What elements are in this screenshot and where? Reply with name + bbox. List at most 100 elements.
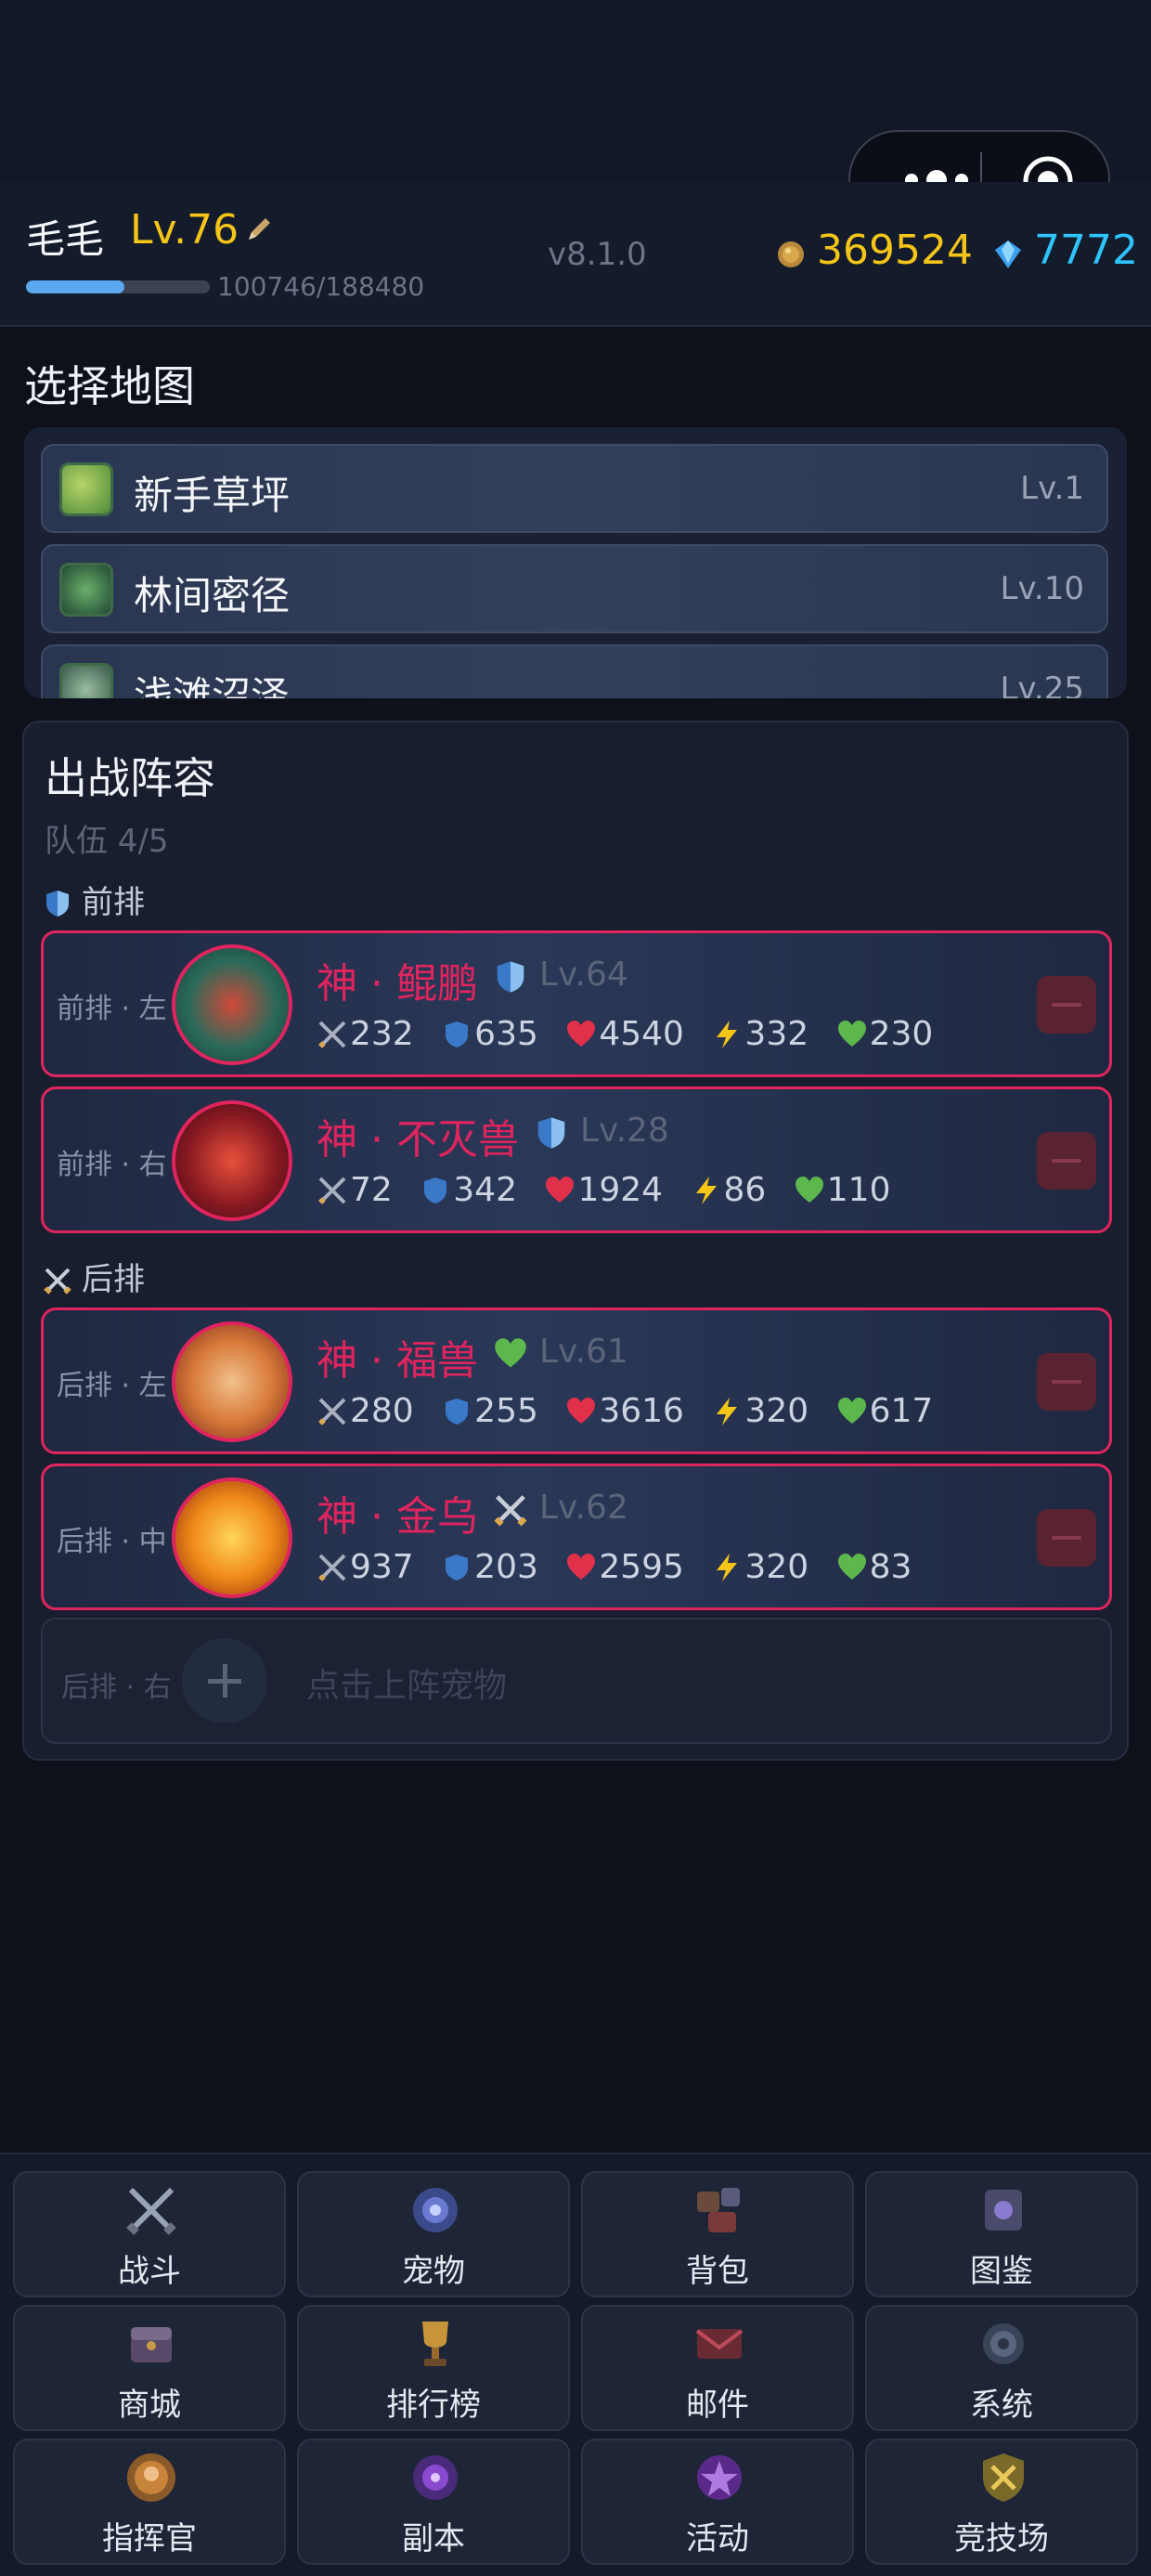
nav-events[interactable]: 活动 [581, 2439, 854, 2565]
pet-level: Lv.28 [580, 1112, 669, 1150]
map-item[interactable]: 新手草坪 Lv.1 [41, 444, 1108, 533]
slot-label: 后排 · 中 [57, 1526, 167, 1558]
heal-icon [795, 1177, 823, 1203]
front-row-label: 前排 [43, 877, 145, 922]
attack-icon [318, 1177, 346, 1204]
slot-label: 前排 · 左 [57, 993, 167, 1025]
attack-icon [318, 1021, 346, 1048]
stat-heal: 617 [869, 1392, 934, 1430]
add-pet-plus-icon[interactable] [182, 1638, 267, 1724]
remove-pet-button[interactable] [1037, 1353, 1096, 1411]
grassland-map-icon [59, 462, 113, 516]
slot-label: 前排 · 右 [57, 1149, 167, 1181]
empty-pet-slot[interactable]: 后排 · 右 点击上阵宠物 [41, 1618, 1112, 1744]
remove-pet-button[interactable] [1037, 1509, 1096, 1567]
map-item[interactable]: 林间密径 Lv.10 [41, 544, 1108, 633]
bottom-nav: 战斗 宠物 背包 图鉴 商城 排行榜 邮件 系统 指挥官 副本 活动 竞技场 [0, 2153, 1151, 2576]
dungeon-portal-icon [413, 2455, 458, 2500]
pet-name: 神 · 鲲鹏 [317, 960, 478, 1008]
stat-health: 1924 [577, 1171, 664, 1209]
xp-progress-fill [26, 280, 124, 293]
nav-label: 活动 [686, 2520, 749, 2557]
nav-leaderboard[interactable]: 排行榜 [297, 2305, 570, 2431]
stat-heal: 83 [869, 1548, 912, 1586]
health-icon [546, 1177, 575, 1203]
stat-defense: 342 [453, 1171, 517, 1209]
speed-icon [695, 1177, 717, 1204]
map-item[interactable]: 浅滩沼泽 Lv.25 [41, 644, 1108, 698]
add-pet-hint: 点击上阵宠物 [306, 1667, 508, 1705]
front-row-text: 前排 [82, 884, 145, 921]
pet-name: 神 · 金乌 [317, 1493, 478, 1541]
diamond-icon [995, 241, 1021, 268]
pet-level: Lv.62 [539, 1489, 628, 1527]
shield-icon [46, 891, 69, 917]
remove-pet-button[interactable] [1037, 1132, 1096, 1190]
heal-icon [837, 1554, 866, 1580]
nav-label: 邮件 [686, 2387, 749, 2424]
codex-book-icon [985, 2190, 1022, 2231]
pet-level: Lv.61 [539, 1333, 628, 1371]
remove-pet-button[interactable] [1037, 976, 1096, 1034]
pet-card-back-left[interactable]: 后排 · 左 神 · 福兽 Lv.61 280 255 3616 320 617 [41, 1308, 1112, 1454]
stat-speed: 320 [744, 1548, 809, 1586]
heal-icon [837, 1021, 866, 1047]
nav-mail[interactable]: 邮件 [581, 2305, 854, 2431]
arena-icon [983, 2453, 1024, 2502]
forest-map-icon [59, 563, 113, 617]
crossed-swords-icon [126, 2187, 176, 2235]
trophy-icon [422, 2322, 448, 2366]
team-title: 出战阵容 [45, 753, 215, 803]
attack-icon [318, 1554, 346, 1581]
pet-card-front-right[interactable]: 前排 · 右 神 · 不灭兽 Lv.28 72 342 1924 86 110 [41, 1086, 1112, 1233]
pet-avatar [172, 1477, 292, 1598]
pet-card-back-middle[interactable]: 后排 · 中 神 · 金乌 Lv.62 937 203 2595 320 83 [41, 1464, 1112, 1610]
pet-orb-icon [413, 2188, 458, 2232]
heart-icon [495, 1338, 526, 1368]
back-row-label: 后排 [43, 1254, 145, 1299]
nav-dungeon[interactable]: 副本 [297, 2439, 570, 2565]
crossed-swords-icon [494, 1495, 527, 1527]
stat-health: 2595 [599, 1548, 684, 1586]
nav-system[interactable]: 系统 [865, 2305, 1138, 2431]
nav-codex[interactable]: 图鉴 [865, 2171, 1138, 2297]
stat-heal: 110 [826, 1171, 891, 1209]
coin-count: 369524 [817, 227, 973, 274]
stat-speed: 332 [744, 1015, 809, 1053]
nav-pets[interactable]: 宠物 [297, 2171, 570, 2297]
shield-icon [537, 1117, 565, 1149]
nav-battle[interactable]: 战斗 [13, 2171, 286, 2297]
stat-attack: 72 [350, 1171, 393, 1209]
map-list[interactable]: 新手草坪 Lv.1 林间密径 Lv.10 浅滩沼泽 Lv.25 [24, 427, 1127, 698]
nav-label: 图鉴 [970, 2253, 1033, 2290]
health-icon [567, 1398, 596, 1424]
team-count: 队伍 4/5 [45, 823, 169, 860]
defense-icon [446, 1399, 469, 1425]
map-level: Lv.1 [1020, 470, 1084, 507]
speed-icon [717, 1554, 738, 1581]
defense-icon [446, 1021, 469, 1047]
stat-speed: 320 [744, 1392, 809, 1430]
nav-backpack[interactable]: 背包 [581, 2171, 854, 2297]
pet-name: 神 · 福兽 [317, 1337, 478, 1385]
stat-attack: 280 [350, 1392, 414, 1430]
edit-pencil-icon[interactable] [243, 214, 275, 245]
pet-stats: 937 203 2595 320 83 [317, 1548, 928, 1586]
nav-arena[interactable]: 竞技场 [865, 2439, 1138, 2565]
version-label: v8.1.0 [548, 236, 647, 273]
crossed-swords-icon [44, 1268, 71, 1295]
shield-icon [497, 961, 524, 993]
nav-label: 战斗 [118, 2253, 181, 2290]
pet-card-front-left[interactable]: 前排 · 左 神 · 鲲鹏 Lv.64 232 635 4540 332 230 [41, 930, 1112, 1077]
pet-avatar [172, 1100, 292, 1221]
health-icon [567, 1554, 596, 1580]
defense-icon [424, 1177, 447, 1203]
nav-commander[interactable]: 指挥官 [13, 2439, 286, 2565]
nav-shop[interactable]: 商城 [13, 2305, 286, 2431]
slot-label: 后排 · 左 [57, 1370, 167, 1402]
swamp-map-icon [59, 663, 113, 698]
player-header: 毛毛 Lv.76 100746/188480 v8.1.0 369524 777… [0, 182, 1151, 327]
attack-icon [318, 1398, 346, 1425]
pet-stats: 280 255 3616 320 617 [317, 1392, 950, 1430]
team-panel: 出战阵容 队伍 4/5 前排 前排 · 左 神 · 鲲鹏 Lv.64 232 6… [22, 721, 1129, 1761]
